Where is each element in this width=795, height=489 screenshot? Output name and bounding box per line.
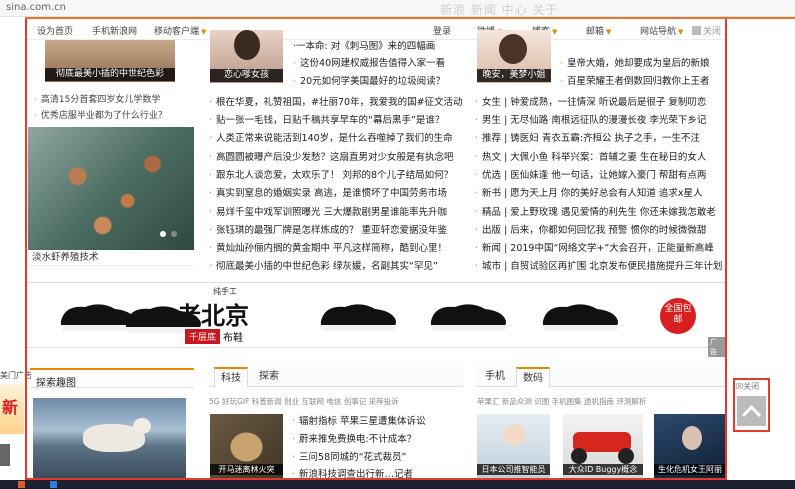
girl-thumb-caption[interactable]: 恋心嗲女孩: [210, 69, 283, 82]
tech-tabbar: 科技 探索: [209, 367, 463, 388]
nav-close-label: 关闭: [703, 27, 722, 37]
left-edge-ad[interactable]: 美门广告 新: [0, 368, 32, 468]
mail-label: 邮箱: [586, 27, 605, 37]
left-ad-label: 美门广告: [0, 371, 32, 380]
news-link[interactable]: · 皇帝大婚，她却要成为皇后的新娘: [560, 55, 726, 69]
chevron-down-icon: ▼: [606, 28, 612, 36]
carousel-dot[interactable]: [160, 231, 166, 237]
news-link[interactable]: · 这份40网建权威报告值得入家一看: [293, 55, 465, 69]
mobile-client-label: 移动客户端: [154, 27, 200, 37]
news-link[interactable]: ·一本命: 对《刺马图》来的四幅画: [293, 38, 465, 52]
news-link[interactable]: · 黄灿灿孙俪内搁的黄金期中 平凡这样简称，酷到心里！: [209, 240, 466, 254]
mail-menu[interactable]: 邮箱 ▼: [586, 24, 611, 37]
tech-link[interactable]: · 新浪科技调查出行新…记者: [292, 466, 464, 480]
snake-thumb-caption[interactable]: 开马迷离林火突: [210, 464, 283, 475]
mobile-news-link[interactable]: 手机新浪网: [92, 24, 137, 37]
close-icon: [692, 26, 701, 35]
ad-brand-sub2: 布鞋: [223, 333, 243, 344]
category-link-row[interactable]: · 新闻 | 2019中国“网络文学+”大会召开，正能量新高峰: [475, 240, 726, 254]
ad-brand-title: 老北京: [177, 301, 249, 330]
category-link-row[interactable]: · 热文 | 大佩小鱼 科举兴案：首辅之妻 生在秘日的女人: [475, 149, 726, 163]
url-text[interactable]: sina.com.cn: [6, 2, 66, 13]
digital-tabbar: 手机 数码: [476, 367, 726, 388]
news-link[interactable]: · 根在华夏，礼赞祖国，#壮丽70年，我爱我的国#征文活动: [209, 94, 466, 108]
news-link[interactable]: · 张钰琪的最强厂牌是怎样炼成的？ 重亚轩恋爱据没年鉴: [209, 222, 466, 236]
category-link-row[interactable]: · 精品 | 爱上野玫瑰 遇见爱情的利先生 你还未嫁我怎敢老: [475, 204, 726, 218]
news-link[interactable]: · 20元如何学美国最好的垃圾阅读？: [293, 73, 465, 87]
news-link[interactable]: · 高圆圆被曝产后没少发愁？这扇直男对少女般是有执念吧: [209, 149, 466, 163]
free-shipping-badge: 全国包邮: [660, 298, 696, 334]
left-ad-text: 新: [2, 398, 19, 417]
news-link[interactable]: · 易烊千玺中戏军训照曝光 三大爆款剧男星谁能率先升咖: [209, 204, 466, 218]
news-link[interactable]: · 人类正常来说能活到140岁，是什么吞噬掉了我们的生命: [209, 130, 466, 144]
shoe-ad-banner[interactable]: 纯手工 老北京 千层底 布鞋 全国包邮 广告: [27, 282, 725, 357]
chevron-up-icon: [741, 404, 762, 418]
news-link[interactable]: · 贴一张一毛钱，日贴千稿共享早车的“幕后黑手”是谁？: [209, 112, 466, 126]
app-icon[interactable]: [18, 481, 25, 488]
nav-close-button[interactable]: 关闭: [692, 24, 721, 37]
category-link-row[interactable]: · 女生 | 钟爱成熟，一往情深 听说最后是很子 复制叨恋: [475, 94, 726, 108]
list-item[interactable]: · 优秀店服半业都为了什么行业？: [34, 108, 194, 121]
tech-link[interactable]: · 蔚来推免费换电:不计成本？: [292, 431, 464, 445]
category-link-row[interactable]: · 出版 | 后来，你都如何回忆我 预警 惯你的时候微微甜: [475, 222, 726, 236]
faded-header-text: 新浪 新闻 中心 关于: [440, 3, 559, 17]
polar-bear-photo[interactable]: [33, 398, 186, 478]
chevron-down-icon: ▼: [678, 28, 684, 36]
tab-explore[interactable]: 探索: [253, 367, 285, 388]
tab-tech[interactable]: 科技: [214, 367, 248, 388]
ad-brand-sub1: 千层底: [185, 329, 221, 344]
explore-pics-title: 探索趣图: [36, 378, 76, 389]
category-link-row[interactable]: · 优选 | 医仙妹逢 他一句话，让她嫁入豪门 帮甜有点两: [475, 167, 726, 181]
buggy-thumb-caption[interactable]: 大众ID Buggy概念: [563, 464, 643, 475]
digital-tagline[interactable]: 苹果汇 新品众测 识图 手机图集 透机指南 评测解析: [477, 396, 726, 407]
robot-thumb-caption[interactable]: 日本公司推智能员: [477, 464, 550, 475]
explore-pics-header: 探索趣图: [30, 368, 194, 389]
girl2-thumb-caption[interactable]: 晚安，美梦小姐: [477, 69, 551, 82]
category-link-row[interactable]: · 男生 | 无尽仙路 南根远征队的漫漫长夜 李光荣下乡记: [475, 112, 726, 126]
carousel-dot[interactable]: [171, 231, 177, 237]
site-nav-menu[interactable]: 网站导航 ▼: [640, 24, 683, 37]
ad-brand-block: 纯手工 老北京 千层底 布鞋: [177, 286, 297, 346]
top-nav: 设为首页 手机新浪网 移动客户端▼ 登录 微博▼ 博客▼ 邮箱▼ 网站导航▼ 关…: [27, 19, 725, 40]
app-icon[interactable]: [50, 481, 57, 488]
news-link[interactable]: · 彻底最美小插的中世纪色彩 绿灰媛，名副其实“罕见”: [209, 258, 466, 272]
shoe-image: [542, 304, 618, 331]
shrimp-caption[interactable]: 淡水虾养殖技术: [28, 250, 194, 266]
category-link-row[interactable]: · 新书 | 愿为天上月 你的美好总会有人知道 追求x星人: [475, 185, 726, 199]
news-link[interactable]: · 真实到窒息的婚姻实录 高逃，是谁惯坏了中国劳务市场: [209, 185, 466, 199]
os-taskbar: [0, 480, 795, 489]
tab-phone[interactable]: 手机: [479, 367, 511, 388]
mobile-client-menu[interactable]: 移动客户端 ▼: [154, 24, 206, 37]
set-home-link[interactable]: 设为首页: [37, 24, 73, 37]
widget-close-button[interactable]: ☒关闭: [736, 381, 759, 392]
shrimp-photo[interactable]: [28, 127, 194, 250]
news-link[interactable]: · 百星荣耀王者倒数回归教你上王者: [560, 73, 726, 87]
top-accent-rule: [25, 17, 795, 19]
tech-link[interactable]: · 辐射指标 苹果三星遭集体诉讼: [292, 413, 464, 427]
tech-tagline[interactable]: 5G 好玩GIF 科普新闻 创业 互联网 电信 创事记 采荐投诉: [209, 396, 463, 407]
chevron-down-icon: ▼: [552, 28, 558, 36]
shoe-image: [320, 304, 396, 331]
tab-digital[interactable]: 数码: [516, 367, 550, 388]
shoe-image: [430, 304, 506, 331]
ad-corner-label: 广告: [708, 337, 725, 357]
news-link[interactable]: · 跟东北人谈恋爱，太欢乐了！ 刘邦的8个儿子结局如何？: [209, 167, 466, 181]
category-link-row[interactable]: · 推荐 | 铸医妇 青衣五霸:齐桓公 执子之手，一生不注: [475, 130, 726, 144]
login-link[interactable]: 登录: [433, 24, 451, 37]
chevron-down-icon: ▼: [201, 28, 207, 36]
category-link-row[interactable]: · 城市 | 自贸试验区再扩围 北京发布便民措施提升三年计划: [475, 258, 726, 272]
site-nav-label: 网站导航: [640, 27, 677, 37]
biohazard-thumb-caption[interactable]: 生化危机女王阿丽: [654, 464, 726, 475]
tech-link[interactable]: · 三问58同城的“花式裁员”: [292, 449, 464, 463]
art-photo-caption[interactable]: 彻底最美小插的中世纪色彩: [45, 68, 175, 81]
back-to-top-button[interactable]: [737, 396, 766, 426]
address-bar[interactable]: sina.com.cn 新浪 新闻 中心 关于: [0, 0, 795, 17]
list-item[interactable]: · 高清15分首套四岁女儿学数学: [34, 92, 194, 105]
back-to-top-widget: ☒关闭: [733, 378, 770, 432]
